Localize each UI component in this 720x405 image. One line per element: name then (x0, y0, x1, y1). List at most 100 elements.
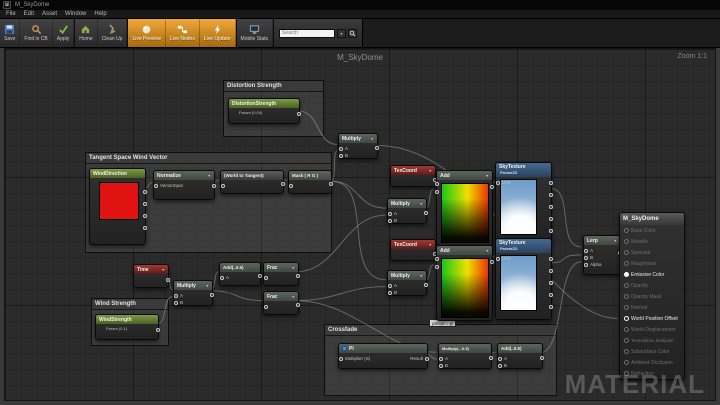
input-pin-b[interactable] (339, 154, 343, 158)
output-pin[interactable] (375, 146, 379, 150)
collapse-icon[interactable]: ▼ (162, 268, 165, 272)
output-pin[interactable] (281, 182, 285, 186)
pin-emissive-color[interactable] (624, 272, 629, 277)
output-pin[interactable] (329, 182, 333, 186)
output-pin-b[interactable] (549, 293, 553, 297)
collapse-icon[interactable]: ▼ (206, 284, 209, 288)
input-pin-uvs[interactable] (496, 181, 500, 185)
collapse-icon[interactable]: ▼ (614, 239, 617, 243)
node-multiply-uv-bottom[interactable]: Multiply▼ A B (387, 270, 427, 296)
output-pin-g[interactable] (549, 281, 553, 285)
output-pin[interactable] (489, 356, 493, 360)
mobile-stats-button[interactable]: Mobile Stats (237, 19, 274, 47)
input-pin[interactable] (221, 184, 225, 188)
pin-normal[interactable] (624, 305, 629, 310)
input-pin-a[interactable] (435, 182, 439, 186)
output-pin-b[interactable] (143, 226, 147, 230)
search-go-button[interactable] (348, 29, 357, 38)
collapse-icon[interactable]: ▼ (429, 243, 432, 247)
node-material-output[interactable]: M_SkyDome Base Color Metallic Specular R… (619, 212, 685, 380)
node-add-uv-top[interactable]: Add▼ (436, 170, 493, 246)
menu-help[interactable]: Help (94, 11, 106, 17)
node-sky-texture-top[interactable]: SkyTexture Param2D UVs (495, 162, 552, 244)
output-pin[interactable] (156, 328, 160, 332)
pin-metallic[interactable] (624, 239, 629, 244)
input-pin-a[interactable] (174, 294, 178, 298)
input-pin[interactable] (264, 276, 268, 280)
home-button[interactable]: Home (75, 19, 97, 47)
collapse-icon[interactable]: ▼ (420, 274, 423, 278)
pin-opacity-mask[interactable] (624, 294, 629, 299)
pin-subsurface-color[interactable] (624, 349, 629, 354)
output-pin[interactable] (297, 112, 301, 116)
output-pin-a[interactable] (549, 305, 553, 309)
collapse-icon[interactable]: ▼ (486, 249, 489, 253)
input-pin[interactable] (264, 305, 268, 309)
pin-ambient-occlusion[interactable] (624, 360, 629, 365)
input-pin-a[interactable] (498, 357, 502, 361)
node-texcoord-bottom[interactable]: TexCoord▼ (390, 239, 436, 261)
search-input[interactable] (279, 29, 335, 38)
node-multiply-time[interactable]: Multiply▼ A B (173, 280, 213, 306)
collapse-icon[interactable]: ▼ (292, 266, 295, 270)
output-pin-r[interactable] (549, 193, 553, 197)
input-pin-a[interactable] (439, 357, 443, 361)
input-pin-alpha[interactable] (584, 263, 588, 267)
input-pin-uvs[interactable] (496, 257, 500, 261)
node-pi-function[interactable]: Pi Multiplier (S)Result (338, 343, 428, 369)
output-pin-rgb[interactable] (549, 257, 553, 261)
output-pin[interactable] (540, 356, 544, 360)
clean-up-button[interactable]: Clean Up (98, 19, 128, 47)
collapse-icon[interactable]: ▼ (292, 295, 295, 299)
input-pin-b[interactable] (174, 301, 178, 305)
search-dropdown-button[interactable]: ▾ (337, 29, 346, 38)
collapse-icon[interactable]: ▼ (486, 174, 489, 178)
collapse-icon[interactable]: ▼ (208, 174, 211, 178)
input-pin-b[interactable] (439, 364, 443, 368)
input-pin[interactable] (289, 184, 293, 188)
output-pin-r[interactable] (549, 269, 553, 273)
node-frac-bottom[interactable]: Frac▼ (263, 291, 299, 315)
find-in-cb-button[interactable]: Find in CB (20, 19, 52, 47)
menu-asset[interactable]: Asset (42, 11, 57, 17)
node-add-half-top[interactable]: Add(..0.5) A (219, 262, 261, 286)
live-nodes-toggle[interactable]: Live Nodes (166, 19, 200, 47)
output-pin[interactable] (296, 303, 300, 307)
output-pin[interactable] (425, 357, 429, 361)
output-pin[interactable] (210, 293, 214, 297)
node-frac-top[interactable]: Frac▼ (263, 262, 299, 286)
menu-edit[interactable]: Edit (24, 11, 34, 17)
node-distortion-strength-param[interactable]: DistortionStrength Param (0.04) (228, 98, 300, 124)
output-pin[interactable] (424, 211, 428, 215)
live-update-toggle[interactable]: Live Update (200, 19, 236, 47)
node-sky-texture-bottom[interactable]: SkyTexture Param2D UVs (495, 238, 552, 320)
node-transform-world-to-tangent[interactable]: (World to Tangent) (220, 170, 284, 194)
save-button[interactable]: Save (0, 19, 20, 47)
input-pin-b[interactable] (435, 190, 439, 194)
pin-roughness[interactable] (624, 261, 629, 266)
output-pin-b[interactable] (549, 217, 553, 221)
input-pin[interactable] (154, 184, 158, 188)
node-time[interactable]: Time▼ (133, 264, 169, 288)
output-pin[interactable] (166, 278, 170, 282)
output-pin[interactable] (212, 184, 216, 188)
graph-canvas[interactable]: Distortion Strength Tangent Space Wind V… (4, 48, 716, 401)
menu-file[interactable]: File (6, 11, 16, 17)
input-pin-multiplier[interactable] (339, 357, 343, 361)
node-lerp[interactable]: Lerp▼ A B Alpha (583, 235, 621, 275)
input-pin-b[interactable] (388, 291, 392, 295)
output-pin-rgba[interactable] (143, 190, 147, 194)
output-pin-r[interactable] (143, 202, 147, 206)
output-pin[interactable] (490, 260, 494, 264)
input-pin-a[interactable] (388, 284, 392, 288)
output-pin-a[interactable] (549, 229, 553, 233)
menu-window[interactable]: Window (65, 11, 86, 17)
pin-world-position-offset[interactable] (624, 316, 629, 321)
input-pin-b[interactable] (435, 265, 439, 269)
output-pin[interactable] (258, 274, 262, 278)
output-pin-rgb[interactable] (549, 181, 553, 185)
node-multiply-distortion[interactable]: Multiply▼ A B (338, 133, 378, 159)
apply-button[interactable]: Apply (53, 19, 75, 47)
node-add-half-crossfade[interactable]: Add(..0.5) A B (497, 343, 543, 369)
output-pin-g[interactable] (549, 205, 553, 209)
